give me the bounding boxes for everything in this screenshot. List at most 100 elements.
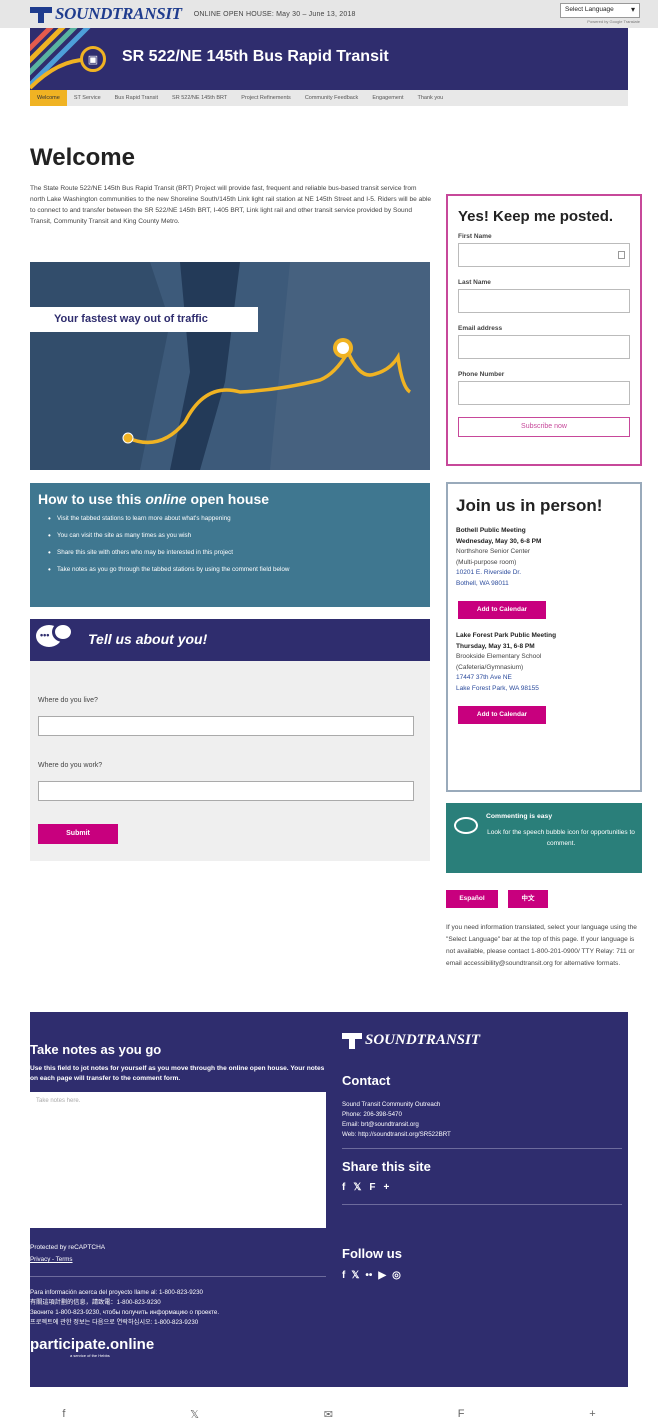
tell-us-heading: Tell us about you! <box>88 631 208 647</box>
how-to-heading-end: open house <box>190 491 270 507</box>
plus-icon[interactable]: + <box>589 1408 595 1420</box>
color-stripes-graphic <box>30 28 91 90</box>
email-label: Email: <box>342 1121 360 1128</box>
map-banner: Your fastest way out of traffic <box>30 307 258 332</box>
tab-sr522-brt[interactable]: SR 522/NE 145th BRT <box>165 90 234 106</box>
youtube-icon[interactable]: ▶ <box>378 1270 386 1281</box>
station-tabs: Welcome ST Service Bus Rapid Transit SR … <box>30 90 628 106</box>
plus-icon[interactable]: + <box>384 1182 390 1193</box>
tell-us-form: ••• Tell us about you! Where do you live… <box>30 619 430 861</box>
contact-heading: Contact <box>342 1073 391 1088</box>
meeting-address-link[interactable]: 10201 E. Riverside Dr. <box>456 569 521 576</box>
meeting-city-link[interactable]: Lake Forest Park, WA 98155 <box>456 685 539 692</box>
sound-transit-mark-icon <box>342 1032 362 1049</box>
live-question: Where do you live? <box>38 697 98 704</box>
meeting-room: (Cafeteria/Gymnasium) <box>456 663 524 671</box>
contact-info: Sound Transit Community Outreach Phone: … <box>342 1100 451 1140</box>
meeting-date: Thursday, May 31, 6-8 PM <box>456 642 535 650</box>
meeting-city-link[interactable]: Bothell, WA 98011 <box>456 580 509 587</box>
how-to-list: Visit the tabbed stations to learn more … <box>48 514 422 574</box>
add-to-calendar-button[interactable]: Add to Calendar <box>458 706 546 724</box>
phone-label: Phone Number <box>458 371 505 378</box>
participate-online-logo[interactable]: participate.online a service of the Hebb… <box>30 1336 154 1358</box>
bus-icon: ▣ <box>80 46 106 72</box>
subscribe-heading: Yes! Keep me posted. <box>458 208 614 225</box>
list-item: Take notes as you go through the tabbed … <box>48 565 422 574</box>
submit-button[interactable]: Submit <box>38 824 118 844</box>
divider <box>30 1276 326 1277</box>
sound-transit-mark-icon <box>30 5 52 23</box>
phone-field[interactable] <box>458 381 630 405</box>
first-name-field[interactable] <box>458 243 630 267</box>
join-us-panel: Join us in person! Bothell Public Meetin… <box>446 482 642 792</box>
live-input[interactable] <box>38 716 414 736</box>
twitter-icon[interactable]: 𝕏 <box>353 1182 361 1193</box>
last-name-label: Last Name <box>458 279 491 286</box>
list-item: Share this site with others who may be i… <box>48 548 422 557</box>
flipboard-icon[interactable]: F <box>458 1408 465 1420</box>
work-question: Where do you work? <box>38 762 103 769</box>
spanish-line: Para información acerca del proyecto lla… <box>30 1289 204 1296</box>
notes-textarea[interactable]: Take notes here. <box>30 1092 326 1228</box>
espanol-button[interactable]: Español <box>446 890 498 908</box>
last-name-field[interactable] <box>458 289 630 313</box>
web-link[interactable]: http://soundtransit.org/SR522BRT <box>358 1131 451 1138</box>
instagram-icon[interactable]: ◎ <box>392 1270 401 1281</box>
phone-link[interactable]: 206-398-5470 <box>363 1111 402 1118</box>
web-label: Web: <box>342 1131 357 1138</box>
chevron-down-icon: ▾ <box>630 5 635 14</box>
subscribe-button[interactable]: Subscribe now <box>458 417 630 437</box>
open-house-dates: ONLINE OPEN HOUSE: May 30 – June 13, 201… <box>193 10 356 18</box>
facebook-icon[interactable]: f <box>342 1182 345 1193</box>
tab-bus-rapid-transit[interactable]: Bus Rapid Transit <box>108 90 165 106</box>
flickr-icon[interactable]: •• <box>365 1270 372 1281</box>
tab-st-service[interactable]: ST Service <box>67 90 108 106</box>
twitter-icon[interactable]: 𝕏 <box>351 1270 359 1281</box>
translation-note: If you need information translated, sele… <box>446 924 637 967</box>
flipboard-icon[interactable]: F <box>369 1182 375 1193</box>
chinese-button[interactable]: 中文 <box>508 890 548 908</box>
list-item: Visit the tabbed stations to learn more … <box>48 514 422 523</box>
meeting-room: (Multi-purpose room) <box>456 558 517 566</box>
how-to-panel: How to use this online open house Visit … <box>30 483 430 607</box>
notes-subtext: Use this field to jot notes for yourself… <box>30 1065 325 1082</box>
add-to-calendar-button[interactable]: Add to Calendar <box>458 601 546 619</box>
russian-line: Звоните 1-800-823-9230, чтобы получить и… <box>30 1309 220 1316</box>
tab-welcome[interactable]: Welcome <box>30 90 67 106</box>
email-link[interactable]: brt@soundtransit.org <box>361 1121 419 1128</box>
meeting-address-link[interactable]: 17447 37th Ave NE <box>456 674 512 681</box>
contact-org: Sound Transit Community Outreach <box>342 1101 441 1108</box>
tab-community-feedback[interactable]: Community Feedback <box>298 90 366 106</box>
participate-logo-sub: a service of the Hebbs <box>70 1353 110 1358</box>
tab-project-refinements[interactable]: Project Refinements <box>234 90 298 106</box>
bottom-share-bar: f 𝕏 ✉ F + <box>0 1403 658 1425</box>
subscribe-form: Yes! Keep me posted. First Name Last Nam… <box>446 194 642 466</box>
email-field[interactable] <box>458 335 630 359</box>
footer-brand-name: SOUNDTRANSIT <box>365 1032 481 1048</box>
welcome-heading: Welcome <box>30 144 135 171</box>
commenting-text: Look for the speech bubble icon for oppo… <box>487 829 635 847</box>
twitter-icon[interactable]: 𝕏 <box>190 1408 199 1421</box>
footer-sound-transit-logo[interactable]: SOUNDTRANSIT <box>342 1032 480 1049</box>
meeting-venue: Northshore Senior Center <box>456 548 531 555</box>
privacy-terms-link[interactable]: Privacy - Terms <box>30 1256 73 1263</box>
tab-thank-you[interactable]: Thank you <box>411 90 451 106</box>
email-icon[interactable]: ✉ <box>324 1408 333 1421</box>
facebook-icon[interactable]: f <box>62 1408 65 1420</box>
autofill-icon <box>618 251 625 259</box>
sound-transit-logo[interactable]: SOUNDTRANSIT <box>30 4 182 24</box>
tab-engagement[interactable]: Engagement <box>365 90 410 106</box>
ellipsis-icon: ••• <box>40 630 50 640</box>
brand-name: SOUNDTRANSIT <box>55 4 182 23</box>
list-item: You can visit the site as many times as … <box>48 531 422 540</box>
work-input[interactable] <box>38 781 414 801</box>
phone-label: Phone: <box>342 1111 362 1118</box>
notes-heading: Take notes as you go <box>30 1042 162 1057</box>
language-select-label: Select Language <box>565 6 614 13</box>
join-us-heading: Join us in person! <box>456 496 603 515</box>
participate-logo-text: participate.online <box>30 1336 155 1353</box>
language-select[interactable]: Select Language ▾ <box>560 3 640 18</box>
facebook-icon[interactable]: f <box>342 1270 345 1281</box>
meeting-date: Wednesday, May 30, 6-8 PM <box>456 537 542 545</box>
follow-heading: Follow us <box>342 1246 402 1261</box>
